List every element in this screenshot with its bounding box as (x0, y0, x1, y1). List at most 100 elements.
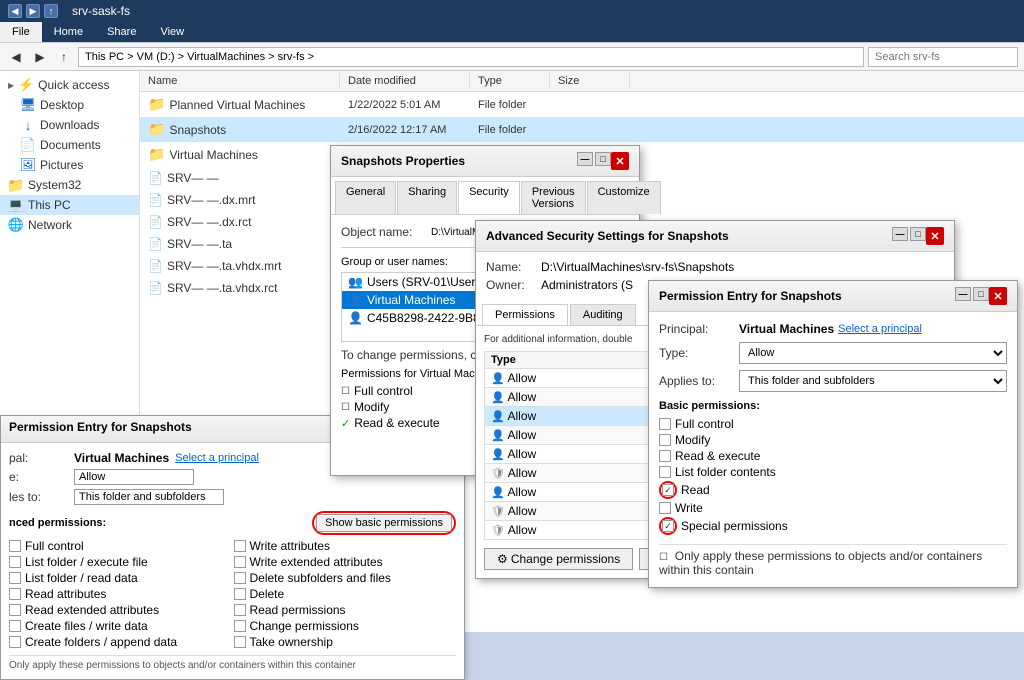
tab-permissions[interactable]: Permissions (482, 304, 568, 325)
col-size[interactable]: Size (550, 73, 630, 89)
adv-deletesubfolders-cb[interactable] (234, 572, 246, 584)
address-bar: ◀ ▶ ↑ This PC > VM (D:) > VirtualMachine… (0, 43, 1024, 71)
snapshots-props-title: Snapshots Properties — □ ✕ (331, 146, 639, 177)
nav-forward-btn[interactable]: ▶ (30, 47, 50, 67)
adv-perm-row: List folder / read data (9, 571, 232, 585)
adv-perm-row: Delete subfolders and files (234, 571, 457, 585)
tab-share[interactable]: Share (95, 22, 148, 42)
adv-perm-row: Change permissions (234, 619, 457, 633)
adv-perm-row: Full control (9, 539, 232, 553)
minimize-button[interactable]: — (955, 287, 971, 301)
col-date[interactable]: Date modified (340, 73, 470, 89)
adv-listexec-cb[interactable] (9, 556, 21, 568)
maximize-button[interactable]: □ (910, 227, 926, 241)
modify-checkbox[interactable] (659, 434, 671, 446)
forward-icon[interactable]: ▶ (26, 4, 40, 18)
col-name[interactable]: Name (140, 73, 340, 89)
adv-perm-row: Read attributes (9, 587, 232, 601)
tab-previous-versions[interactable]: Previous Versions (521, 181, 586, 214)
adv-perm-row: Read permissions (234, 603, 457, 617)
tab-home[interactable]: Home (42, 22, 95, 42)
perm-row-write: Write (659, 500, 1007, 516)
back-icon[interactable]: ◀ (8, 4, 22, 18)
applies-to-dropdown[interactable]: This folder and subfolders (739, 370, 1007, 392)
fullcontrol-checkbox[interactable] (659, 418, 671, 430)
sidebar-item-downloads[interactable]: ↓ Downloads (0, 115, 139, 135)
adv-writeextattr-cb[interactable] (234, 556, 246, 568)
sidebar-item-quickaccess[interactable]: ▶ ⚡ Quick access (0, 75, 139, 95)
maximize-button[interactable]: □ (595, 152, 611, 166)
show-basic-permissions-button[interactable]: Show basic permissions (316, 514, 452, 532)
perm-row-readexecute: Read & execute (659, 448, 1007, 464)
col-type[interactable]: Type (470, 73, 550, 89)
adv-readattr-cb[interactable] (9, 588, 21, 600)
type-display: Allow (74, 469, 194, 485)
adv-changeperms-cb[interactable] (234, 620, 246, 632)
sidebar-item-desktop[interactable]: 🖥 Desktop (0, 95, 139, 115)
title-bar: ◀ ▶ ↑ srv-sask-fs (0, 0, 1024, 22)
read-checkbox[interactable]: ✓ (662, 484, 674, 496)
adv-perm-row: Delete (234, 587, 457, 601)
table-row[interactable]: 📁Snapshots 2/16/2022 12:17 AM File folde… (140, 117, 1024, 142)
listfolder-checkbox[interactable] (659, 466, 671, 478)
write-checkbox[interactable] (659, 502, 671, 514)
sidebar-item-pictures[interactable]: 🖼 Pictures (0, 155, 139, 175)
adv-delete-cb[interactable] (234, 588, 246, 600)
address-path[interactable]: This PC > VM (D:) > VirtualMachines > sr… (78, 47, 864, 67)
adv-perm-row: List folder / execute file (9, 555, 232, 569)
perm-row-listfolder: List folder contents (659, 464, 1007, 480)
nav-back-btn[interactable]: ◀ (6, 47, 26, 67)
perm-entry-title: Permission Entry for Snapshots — □ ✕ (649, 281, 1017, 312)
close-button[interactable]: ✕ (989, 287, 1007, 305)
up-icon[interactable]: ↑ (44, 4, 58, 18)
close-button[interactable]: ✕ (611, 152, 629, 170)
adv-perm-row: Create files / write data (9, 619, 232, 633)
table-row[interactable]: 📁Planned Virtual Machines 1/22/2022 5:01… (140, 92, 1024, 117)
ribbon: File Home Share View (0, 22, 1024, 43)
col-type-header: Type (485, 352, 650, 369)
tab-auditing[interactable]: Auditing (570, 304, 636, 325)
change-permissions-button[interactable]: ⚙ Change permissions (484, 548, 633, 570)
window-title: srv-sask-fs (72, 4, 130, 18)
select-principal-link[interactable]: Select a principal (838, 323, 922, 335)
adv-createfolder-cb[interactable] (9, 636, 21, 648)
sidebar-item-thispc[interactable]: 💻 This PC (0, 195, 139, 215)
tab-view[interactable]: View (148, 22, 196, 42)
file-list-header: Name Date modified Type Size (140, 71, 1024, 92)
adv-writeattr-cb[interactable] (234, 540, 246, 552)
perm-row-modify: Modify (659, 432, 1007, 448)
props-tabs: General Sharing Security Previous Versio… (331, 177, 639, 215)
type-dropdown[interactable]: Allow (739, 342, 1007, 364)
sidebar-item-documents[interactable]: 📄 Documents (0, 135, 139, 155)
tab-customize[interactable]: Customize (587, 181, 661, 214)
select-principal-link-bg[interactable]: Select a principal (175, 452, 259, 464)
adv-listread-cb[interactable] (9, 572, 21, 584)
search-input[interactable] (868, 47, 1018, 67)
close-button[interactable]: ✕ (926, 227, 944, 245)
adv-readperms-cb[interactable] (234, 604, 246, 616)
readexecute-checkbox[interactable] (659, 450, 671, 462)
adv-perm-row: Write attributes (234, 539, 457, 553)
maximize-button[interactable]: □ (973, 287, 989, 301)
minimize-button[interactable]: — (577, 152, 593, 166)
adv-readextattr-cb[interactable] (9, 604, 21, 616)
adv-takeown-cb[interactable] (234, 636, 246, 648)
adv-fullcontrol-cb[interactable] (9, 540, 21, 552)
perm-row-fullcontrol: Full control (659, 416, 1007, 432)
tab-security[interactable]: Security (458, 181, 520, 214)
tab-general[interactable]: General (335, 181, 396, 214)
tab-file[interactable]: File (0, 22, 42, 42)
sidebar-item-network[interactable]: 🌐 Network (0, 215, 139, 235)
sidebar-item-system32[interactable]: 📁 System32 (0, 175, 139, 195)
permissions-list: Full control Modify Read & execute List … (659, 416, 1007, 536)
permission-entry-dialog: Permission Entry for Snapshots — □ ✕ Pri… (648, 280, 1018, 588)
special-checkbox[interactable]: ✓ (662, 520, 674, 532)
tab-sharing[interactable]: Sharing (397, 181, 457, 214)
nav-up-btn[interactable]: ↑ (54, 47, 74, 67)
adv-perm-row: Write extended attributes (234, 555, 457, 569)
adv-perm-row: Read extended attributes (9, 603, 232, 617)
adv-security-title: Advanced Security Settings for Snapshots… (476, 221, 954, 252)
adv-createwrite-cb[interactable] (9, 620, 21, 632)
minimize-button[interactable]: — (892, 227, 908, 241)
appliesto-display: This folder and subfolders (74, 489, 224, 505)
